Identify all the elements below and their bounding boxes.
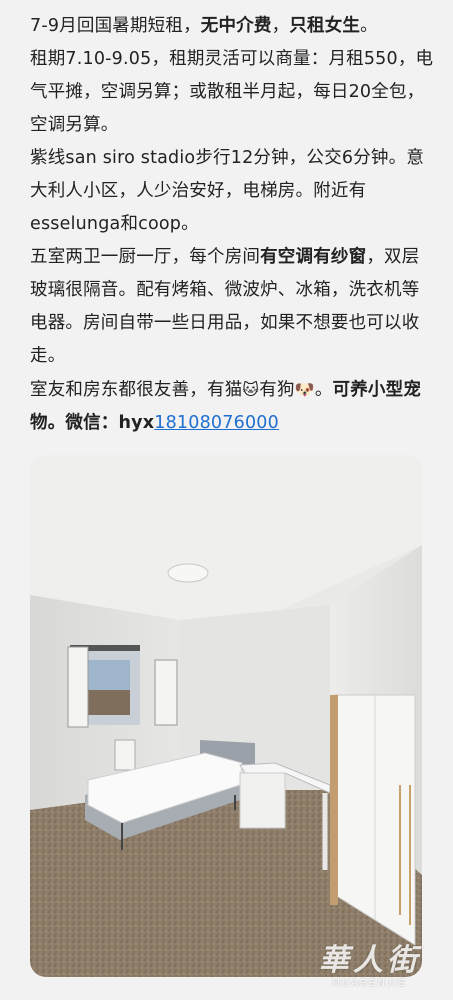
post-text: 7-9月回国暑期短租，无中介费，只租女生。 租期7.10-9.05，租期灵活可以…: [30, 10, 435, 440]
roommates-paragraph: 室友和房东都很友善，有猫🐱有狗🐶。可养小型宠物。微信：hyx1810807600…: [30, 373, 435, 440]
huarenjie-watermark: 華人街 HUARENJIE: [295, 944, 445, 998]
room-photo[interactable]: [30, 455, 422, 977]
room-illustration: [30, 455, 422, 977]
period-text: 。: [314, 380, 333, 400]
wechat-prefix: hyx: [118, 413, 155, 433]
wechat-phone-link[interactable]: 18108076000: [154, 413, 279, 433]
cat-emoji-icon: 🐱: [242, 380, 260, 399]
ac-screen-text: 有空调有纱窗: [260, 247, 367, 267]
period-text: 。: [360, 16, 378, 36]
dog-emoji-icon: 🐶: [294, 380, 315, 399]
women-only-text: 只租女生: [289, 16, 361, 36]
rental-terms-paragraph: 租期7.10-9.05，租期灵活可以商量：月租550，电气平摊，空调另算；或散租…: [30, 49, 434, 135]
no-agent-fee-text: 无中介费: [200, 16, 272, 36]
location-paragraph: 紫线san siro stadio步行12分钟，公交6分钟。意大利人小区，人少治…: [30, 148, 425, 234]
apartment-text: 五室两卫一厨一厅，每个房间: [30, 247, 261, 267]
dog-text: 有狗: [259, 380, 295, 400]
watermark-english: HUARENJIE: [332, 978, 408, 989]
comma-text: ，: [271, 16, 290, 36]
roommates-text: 室友和房东都很友善，有猫: [30, 380, 243, 400]
intro-text: 7-9月回国暑期短租，: [30, 16, 201, 36]
intro-paragraph: 7-9月回国暑期短租，无中介费，只租女生。: [30, 10, 435, 43]
watermark-chinese: 華人街: [319, 943, 421, 978]
apartment-paragraph: 五室两卫一厨一厅，每个房间有空调有纱窗，双层玻璃很隔音。配有烤箱、微波炉、冰箱，…: [30, 241, 435, 373]
